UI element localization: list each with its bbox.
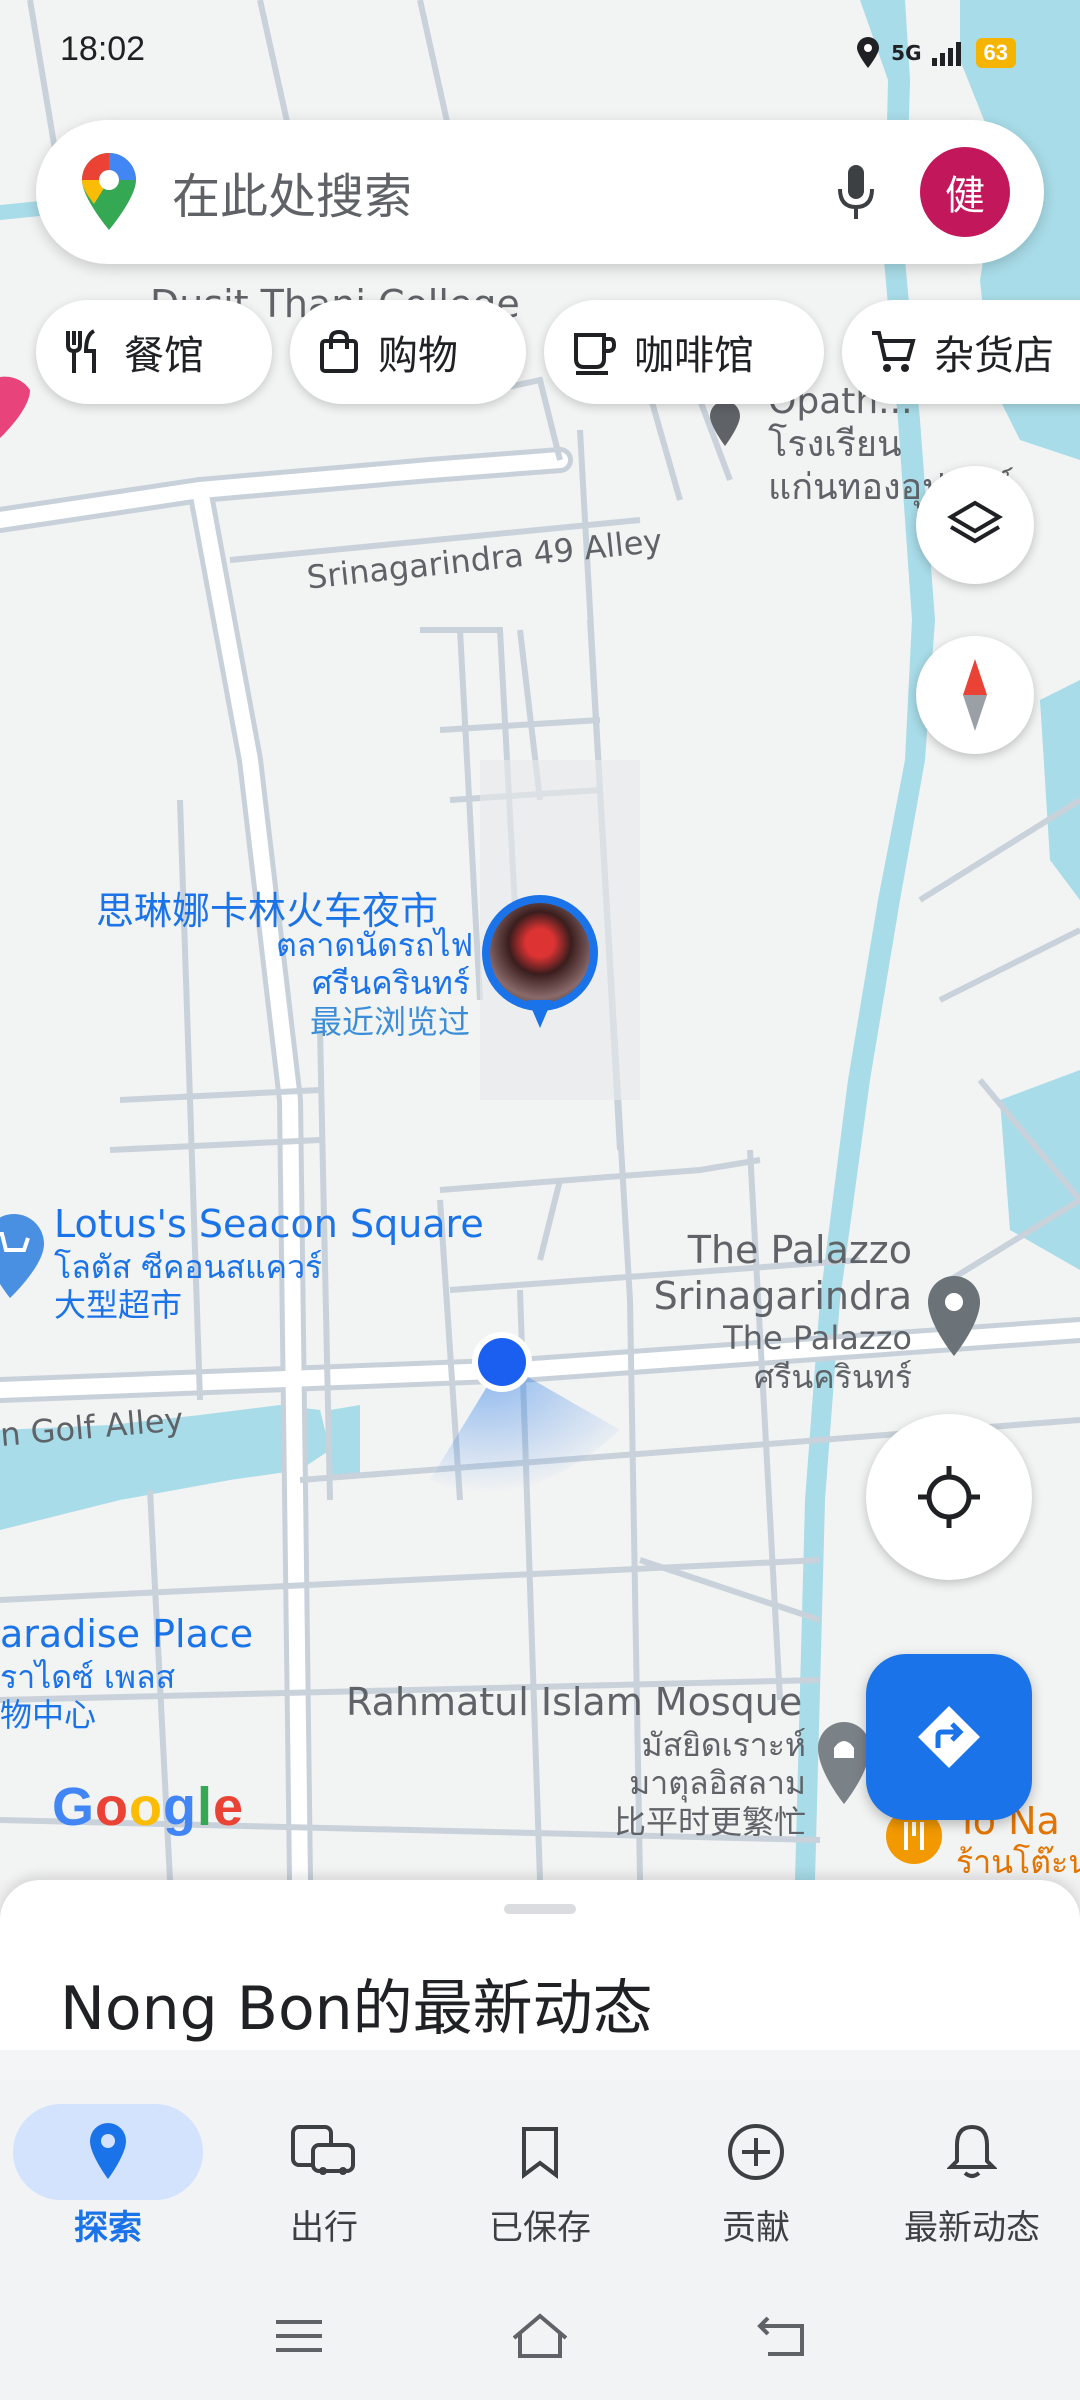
- user-location-icon: [430, 1332, 620, 1493]
- back-icon[interactable]: [756, 2312, 806, 2360]
- maps-logo-icon: [82, 153, 136, 230]
- bottom-navigation: 探索 出行 已保存 贡献 最新动态: [0, 2080, 1080, 2280]
- chip-restaurants[interactable]: 餐馆: [36, 300, 272, 404]
- tab-icon-container: [661, 2104, 851, 2200]
- night-market-pin-tail: [528, 1000, 552, 1028]
- tab-icon-container: [445, 2104, 635, 2200]
- mosque-pin-icon[interactable]: [816, 1718, 872, 1806]
- commute-icon: [291, 2125, 355, 2175]
- avatar[interactable]: 健: [920, 147, 1010, 237]
- my-location-button[interactable]: [866, 1414, 1032, 1580]
- sheet-divider: [0, 2050, 1080, 2080]
- tab-commute[interactable]: 出行: [216, 2080, 432, 2280]
- status-indicators: 5G 63: [855, 36, 1016, 70]
- compass-icon: [963, 659, 987, 731]
- compass-button[interactable]: [916, 636, 1034, 754]
- sheet-drag-handle[interactable]: [504, 1904, 576, 1914]
- tab-label: 最新动态: [904, 2208, 1040, 2248]
- bell-icon: [947, 2124, 997, 2178]
- updates-sheet[interactable]: Nong Bon的最新动态: [0, 1880, 1080, 2050]
- add-circle-icon: [728, 2124, 784, 2180]
- battery-level: 63: [975, 38, 1016, 68]
- location-status-icon: [857, 37, 880, 68]
- tab-label: 探索: [74, 2208, 142, 2248]
- chip-coffee[interactable]: 咖啡馆: [544, 300, 824, 404]
- chip-label: 杂货店: [934, 333, 1054, 379]
- chip-shopping[interactable]: 购物: [290, 300, 526, 404]
- directions-icon: [918, 1706, 980, 1768]
- tab-contribute[interactable]: 贡献: [648, 2080, 864, 2280]
- map-canvas[interactable]: Srinagarindra 49 Alley n Golf Alley Dusi…: [0, 0, 1080, 1880]
- microphone-icon[interactable]: [836, 163, 876, 221]
- tab-saved[interactable]: 已保存: [432, 2080, 648, 2280]
- layers-button[interactable]: [916, 466, 1034, 584]
- tab-label: 出行: [290, 2208, 358, 2248]
- signal-icon: [931, 42, 961, 66]
- tab-icon-container: [877, 2104, 1067, 2200]
- directions-button[interactable]: [866, 1654, 1032, 1820]
- bookmark-icon: [522, 2127, 558, 2179]
- hotel-pin-icon[interactable]: [0, 350, 36, 440]
- google-logo: Google: [52, 1777, 245, 1837]
- chip-label: 购物: [378, 333, 458, 379]
- poi-mosque-label[interactable]: Rahmatul Islam Mosque: [346, 1680, 802, 1724]
- tab-label: 贡献: [722, 2208, 790, 2248]
- layers-icon: [947, 500, 1003, 544]
- search-bar[interactable]: 在此处搜索 健: [36, 120, 1044, 264]
- status-time: 18:02: [60, 30, 146, 68]
- night-market-thumbnail: [490, 903, 590, 1003]
- chip-grocery[interactable]: 杂货店: [842, 300, 1080, 404]
- restaurant-icon: [66, 329, 96, 373]
- chip-label: 餐馆: [124, 333, 204, 379]
- cart-icon: [872, 331, 916, 372]
- menu-icon[interactable]: [274, 2316, 324, 2356]
- poi-mosque-details: มัสยิดเราะห์ มาตุลอิสลาม 比平时更繁忙: [613, 1726, 806, 1841]
- home-icon[interactable]: [510, 2312, 570, 2360]
- network-type: 5G: [891, 41, 922, 65]
- night-market-photo-pin[interactable]: [482, 895, 598, 1011]
- search-input[interactable]: 在此处搜索: [172, 157, 836, 227]
- explore-pin-icon: [90, 2123, 126, 2179]
- chip-label: 咖啡馆: [634, 333, 754, 379]
- poi-palazzo-label[interactable]: The Palazzo Srinagarindra The Palazzo ศร…: [600, 1228, 912, 1396]
- tab-label: 已保存: [489, 2208, 591, 2248]
- tab-explore[interactable]: 探索: [0, 2080, 216, 2280]
- crosshair-icon: [918, 1466, 980, 1528]
- tab-updates[interactable]: 最新动态: [864, 2080, 1080, 2280]
- sheet-title: Nong Bon的最新动态: [60, 1974, 653, 2044]
- tab-icon-container: [229, 2104, 419, 2200]
- poi-night-market-th: ตลาดนัดรถไฟ ศรีนครินทร์ 最近浏览过: [276, 926, 474, 1041]
- shopping-bag-icon: [320, 329, 358, 373]
- poi-paradise-label[interactable]: aradise Place ราไดซ์ เพลส 物中心: [0, 1612, 253, 1734]
- poi-lotus-label[interactable]: Lotus's Seacon Square โลตัส ซีคอนสแควร์ …: [54, 1202, 484, 1324]
- coffee-icon: [574, 333, 616, 375]
- tab-icon-container: [13, 2104, 203, 2200]
- system-navigation-bar: [0, 2280, 1080, 2400]
- shopping-pin-icon[interactable]: [0, 1210, 50, 1300]
- palazzo-pin-icon[interactable]: [924, 1270, 984, 1360]
- school-pin-icon[interactable]: [706, 400, 744, 448]
